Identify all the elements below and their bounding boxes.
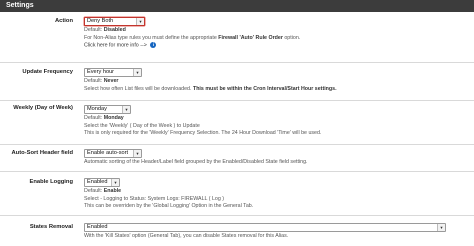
weekly-row: Weekly (Day of Week) Monday ▾ Default: M… [0,101,474,145]
action-default: Disabled [103,27,126,33]
chevron-down-icon: ▾ [111,179,119,186]
states-removal-help: With the 'Kill States' option (General T… [84,233,289,239]
auto-sort-help: Automatic sorting of the Header/Label fi… [84,159,308,165]
action-label: Action [54,18,73,24]
auto-sort-value: Enable auto-sort [87,150,129,156]
update-frequency-help: Default: Never Select how often List fil… [84,78,337,92]
more-info-link[interactable]: Click here for more info --> [84,43,147,49]
update-frequency-select[interactable]: Every hour ▾ [84,68,142,77]
logging-value: Enabled [87,179,108,185]
weekly-value: Monday [87,106,107,112]
chevron-down-icon: ▾ [133,150,141,157]
states-removal-value: Enabled [87,224,108,230]
auto-sort-row: Auto-Sort Header field Enable auto-sort … [0,145,474,172]
auto-sort-label: Auto-Sort Header field [11,150,73,156]
update-frequency-label: Update Frequency [22,69,73,75]
logging-help: Default: Enable Select - Logging to Stat… [84,188,254,210]
logging-label: Enable Logging [29,179,73,185]
action-row: Action Deny Both ▾ Default: Disabled For… [0,12,474,63]
logging-select[interactable]: Enabled ▾ [84,178,120,187]
chevron-down-icon: ▾ [133,69,141,76]
settings-panel: Settings Action Deny Both ▾ Default: Dis… [0,0,474,246]
auto-sort-select[interactable]: Enable auto-sort ▾ [84,149,142,158]
weekly-help: Default: Monday Select the 'Weekly' ( Da… [84,115,322,137]
chevron-down-icon: ▾ [437,224,445,231]
states-removal-row: States Removal Enabled ▾ With the 'Kill … [0,216,474,246]
update-frequency-row: Update Frequency Every hour ▾ Default: N… [0,63,474,101]
weekly-select[interactable]: Monday ▾ [84,105,131,114]
panel-title: Settings [0,0,474,12]
states-removal-select[interactable]: Enabled ▾ [84,223,446,232]
info-icon[interactable]: i [150,42,157,49]
action-help: Default: Disabled For Non-Alias type rul… [84,27,301,49]
chevron-down-icon: ▾ [136,18,144,25]
update-frequency-value: Every hour [87,69,115,75]
logging-row: Enable Logging Enabled ▾ Default: Enable… [0,172,474,216]
states-removal-label: States Removal [29,224,73,230]
weekly-label: Weekly (Day of Week) [13,105,73,111]
action-select[interactable]: Deny Both ▾ [84,17,145,26]
chevron-down-icon: ▾ [122,106,130,113]
action-select-value: Deny Both [87,18,114,24]
